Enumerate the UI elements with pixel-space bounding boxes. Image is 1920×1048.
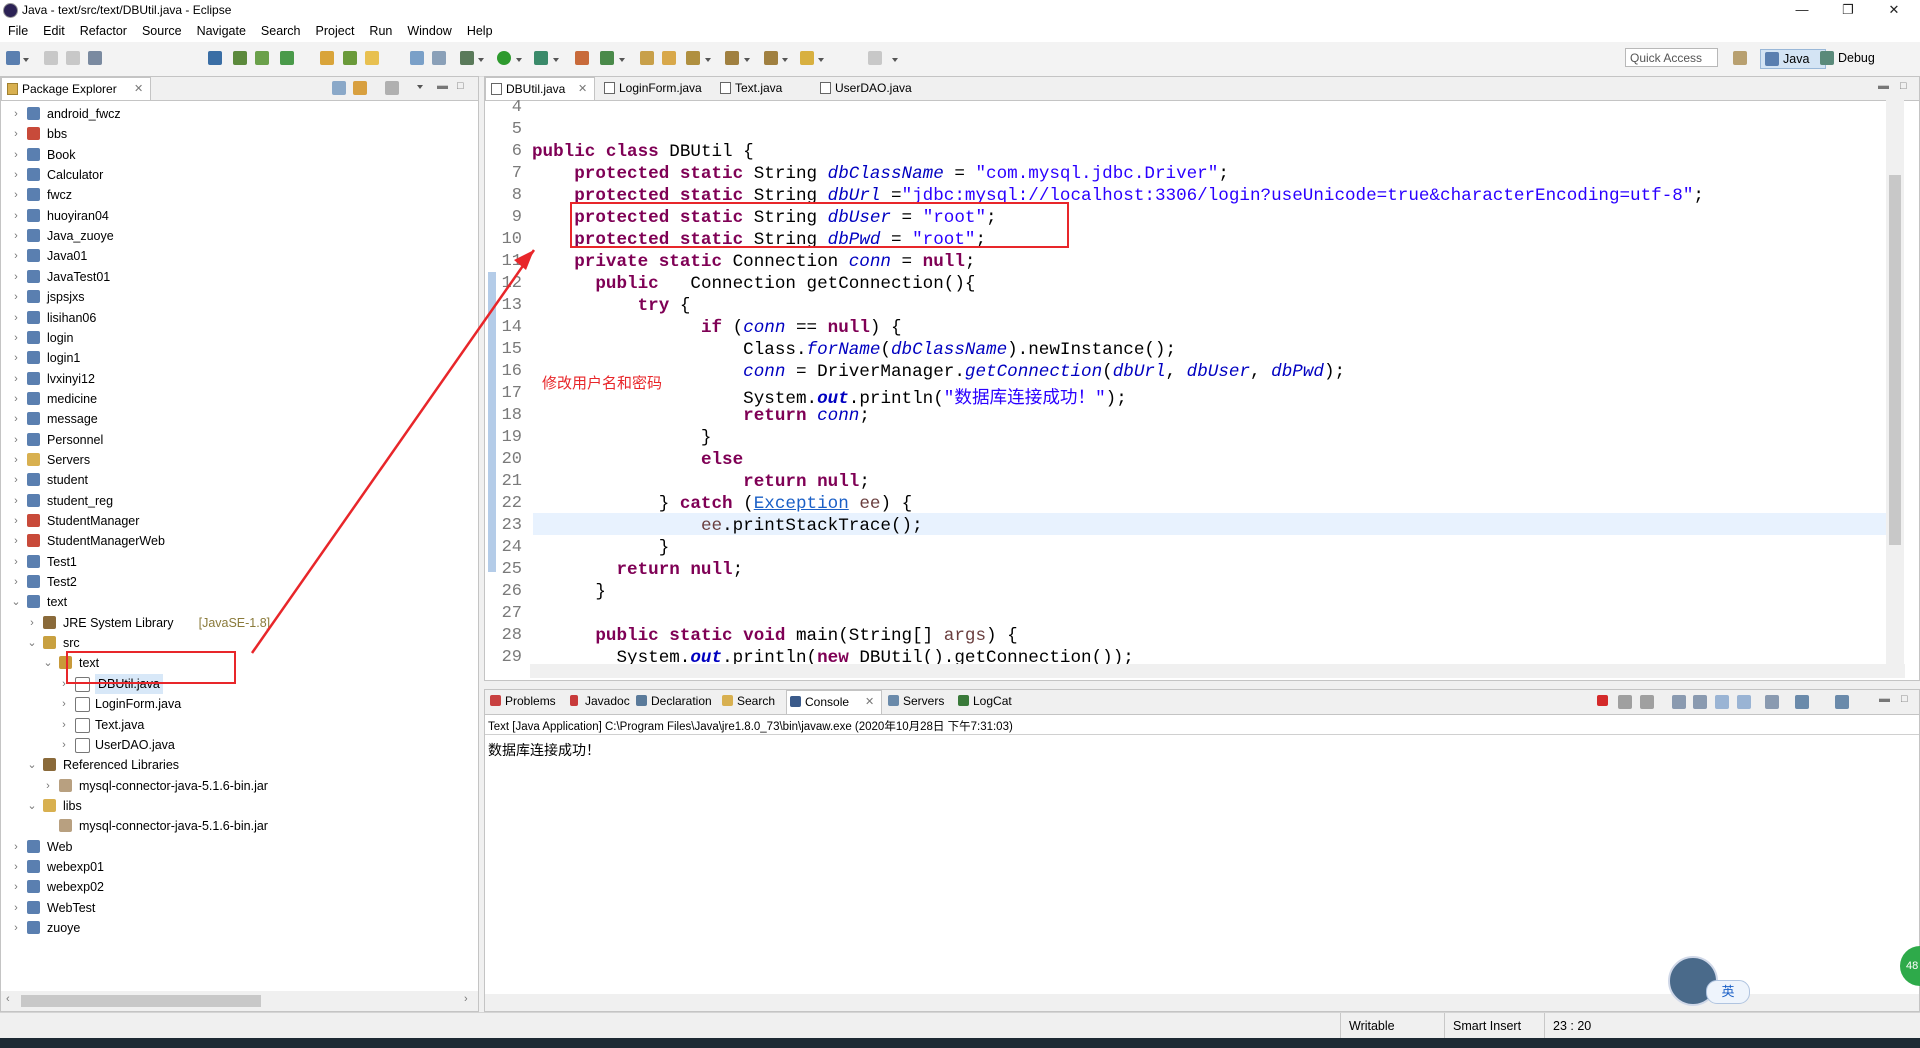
annotation-arrow-line bbox=[250, 249, 536, 654]
tab-logcat[interactable]: LogCat bbox=[955, 690, 1012, 712]
display-console-icon[interactable] bbox=[1795, 695, 1809, 709]
console-header: Text [Java Application] C:\Program Files… bbox=[488, 721, 1013, 733]
console-output: 数据库连接成功！ bbox=[488, 744, 600, 760]
tab-declaration[interactable]: Declaration bbox=[633, 690, 712, 712]
remove-all-icon[interactable] bbox=[1640, 695, 1654, 709]
tab-servers[interactable]: Servers bbox=[885, 690, 944, 712]
annotation-arrow-head bbox=[514, 250, 534, 270]
terminate-icon[interactable] bbox=[1597, 695, 1608, 706]
ime-language-badge[interactable]: 英 bbox=[1706, 980, 1750, 1004]
status-writable: Writable bbox=[1340, 1013, 1439, 1039]
problems-icon bbox=[490, 695, 501, 706]
declaration-icon bbox=[636, 695, 647, 706]
logcat-icon bbox=[958, 695, 969, 706]
console-icon bbox=[790, 696, 801, 707]
servers-icon bbox=[888, 695, 899, 706]
console-divider bbox=[485, 734, 1919, 735]
clear-console-icon[interactable] bbox=[1672, 695, 1686, 709]
maximize-view-icon[interactable]: □ bbox=[1901, 693, 1908, 705]
tab-console[interactable]: Console ✕ bbox=[786, 690, 882, 714]
status-cursor-position: 23 : 20 bbox=[1544, 1013, 1643, 1039]
taskbar-strip bbox=[0, 1038, 1920, 1048]
status-bar: Writable Smart Insert 23 : 20 bbox=[0, 1012, 1920, 1039]
tab-javadoc[interactable]: Javadoc bbox=[567, 690, 630, 712]
remove-launch-icon[interactable] bbox=[1618, 695, 1632, 709]
show-console-icon[interactable] bbox=[1737, 695, 1751, 709]
status-insert-mode: Smart Insert bbox=[1444, 1013, 1543, 1039]
open-console-icon[interactable] bbox=[1835, 695, 1849, 709]
close-icon[interactable]: ✕ bbox=[865, 691, 874, 713]
console-tabbar: Problems Javadoc Declaration Search Cons… bbox=[485, 690, 1919, 715]
minimize-view-icon[interactable]: ▬ bbox=[1879, 693, 1890, 705]
tab-problems[interactable]: Problems bbox=[487, 690, 556, 712]
search-icon bbox=[722, 695, 733, 706]
javadoc-icon bbox=[570, 695, 578, 706]
pin-console-icon[interactable] bbox=[1765, 695, 1779, 709]
tab-search[interactable]: Search bbox=[719, 690, 775, 712]
word-wrap-icon[interactable] bbox=[1715, 695, 1729, 709]
scroll-lock-icon[interactable] bbox=[1693, 695, 1707, 709]
